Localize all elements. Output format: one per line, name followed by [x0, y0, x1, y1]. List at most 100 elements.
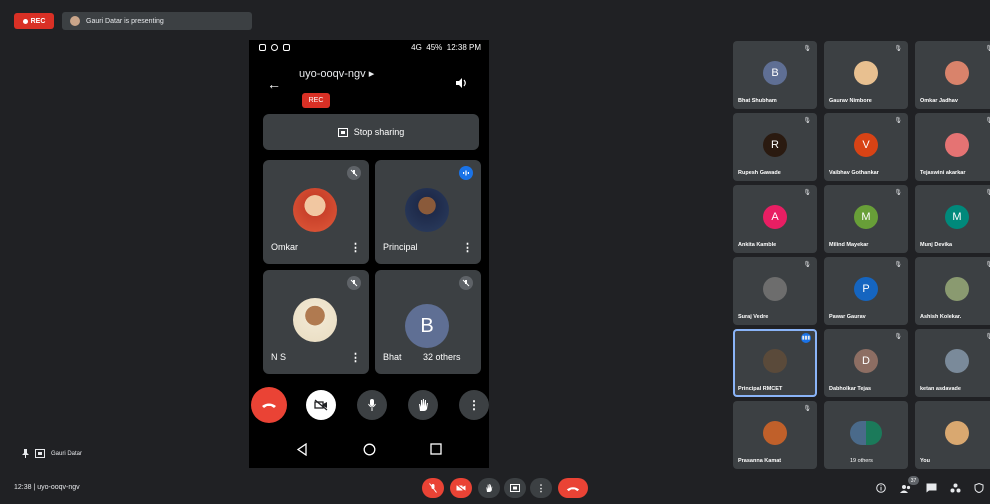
nav-back-icon[interactable]	[296, 443, 308, 456]
participant-tile-principal[interactable]: Principal ⋮	[375, 160, 481, 264]
more-vert-icon: ⋮	[536, 482, 546, 493]
participant-name: Munj Devika	[920, 242, 953, 248]
stop-sharing-button[interactable]: Stop sharing	[263, 114, 479, 150]
participant-name: N S	[271, 352, 287, 362]
shared-phone-screen: 4G 45% 12:38 PM ← uyo-ooqv-ngv ▸ REC Sto…	[249, 40, 489, 468]
hand-icon	[486, 484, 493, 492]
participant-photo	[945, 61, 969, 85]
end-call-button[interactable]	[251, 387, 287, 423]
muted-mic-icon: 🎙︎	[803, 406, 811, 412]
participant-tile-you[interactable]: You	[915, 401, 990, 469]
host-controls-icon[interactable]	[974, 483, 984, 493]
presenter-avatar	[70, 16, 80, 26]
participant-name: Principal	[383, 242, 418, 252]
participant-tile-omkar[interactable]: Omkar ⋮	[263, 160, 369, 264]
presenter-name: Gauri Datar	[51, 450, 83, 457]
participant-tile-ankita-kamble[interactable]: 🎙︎ A Ankita Kamble	[733, 185, 817, 253]
more-options-icon[interactable]: ⋮	[350, 351, 361, 364]
rec-badge: REC	[302, 93, 330, 108]
mic-off-button[interactable]	[422, 478, 444, 498]
participant-initial-avatar: A	[763, 205, 787, 229]
participant-tile-dabholkar-tejas[interactable]: 🎙︎ D Dabholkar Tejas	[824, 329, 908, 397]
activities-icon[interactable]	[950, 483, 961, 493]
participant-name: Rupesh Gawade	[738, 170, 781, 176]
participant-tile-suraj-vedre[interactable]: 🎙︎ Suraj Vedre	[733, 257, 817, 325]
raise-hand-button[interactable]	[408, 390, 438, 420]
participant-photo	[763, 277, 787, 301]
participant-tile-bhat[interactable]: B Bhat 32 others	[375, 270, 481, 374]
participant-tile-19-others[interactable]: 19 others	[824, 401, 908, 469]
network-label: 4G	[411, 43, 422, 52]
nav-recents-icon[interactable]	[430, 443, 442, 455]
participant-tile-prasanna-kamat[interactable]: 🎙︎ Prasanna Kamat	[733, 401, 817, 469]
participant-name: Ashish Kolekar.	[920, 314, 962, 320]
participant-tile-munj-devika[interactable]: 🎙︎ M Munj Devika	[915, 185, 990, 253]
camera-off-button[interactable]	[306, 390, 336, 420]
presenting-banner[interactable]: Gauri Datar is presenting	[62, 12, 252, 30]
nav-home-icon[interactable]	[363, 443, 376, 456]
participant-tile-milind-mayekar[interactable]: 🎙︎ M Milind Mayekar	[824, 185, 908, 253]
gallery-icon	[283, 44, 290, 51]
more-options-button[interactable]: ⋮	[530, 478, 552, 498]
present-now-button[interactable]	[504, 478, 526, 498]
muted-mic-icon: 🎙︎	[803, 46, 811, 52]
more-options-icon[interactable]: ⋮	[462, 241, 473, 254]
participant-tile-ketan-asdavade[interactable]: 🎙︎ ketan asdavade	[915, 329, 990, 397]
mic-icon	[368, 399, 376, 411]
bottom-bar: 12:38 | uyo-ooqv-ngv ⋮ 37	[0, 470, 990, 504]
participant-tile-bhat-shubham[interactable]: 🎙︎ B Bhat Shubham	[733, 41, 817, 109]
participant-tile-principal-rmcet[interactable]: ▮▮▮ Principal RMCET	[733, 329, 817, 397]
participant-name: Gaurav Nimbore	[829, 98, 872, 104]
participant-tile-rupesh-gawade[interactable]: 🎙︎ R Rupesh Gawade	[733, 113, 817, 181]
participant-photo	[763, 421, 787, 445]
presenting-text: Gauri Datar is presenting	[86, 17, 164, 25]
participant-tile-tejaswini-akarkar[interactable]: 🎙︎ Tejaswini akarkar	[915, 113, 990, 181]
muted-mic-icon	[459, 276, 473, 290]
participant-tile-gaurav-nimbore[interactable]: 🎙︎ Gaurav Nimbore	[824, 41, 908, 109]
raise-hand-button[interactable]	[478, 478, 500, 498]
meeting-info-icon[interactable]	[876, 483, 886, 493]
participant-photo	[763, 349, 787, 373]
muted-mic-icon: 🎙︎	[985, 118, 990, 124]
speaker-icon[interactable]	[454, 76, 468, 90]
participant-name: Principal RMCET	[738, 386, 783, 392]
pin-icon[interactable]	[22, 449, 29, 458]
muted-mic-icon: 🎙︎	[894, 334, 902, 340]
participant-tile-ashish-kolekar[interactable]: 🎙︎ Ashish Kolekar.	[915, 257, 990, 325]
participant-name: Pawar Gaurav	[829, 314, 866, 320]
participant-tile-vaibhav-gothankar[interactable]: 🎙︎ V Vaibhav Gothankar	[824, 113, 908, 181]
people-button[interactable]: 37	[898, 476, 919, 498]
speaking-indicator-icon: ▮▮▮	[801, 333, 811, 343]
top-bar: REC Gauri Datar is presenting	[0, 0, 990, 40]
meeting-code[interactable]: uyo-ooqv-ngv ▸	[299, 67, 374, 80]
muted-mic-icon	[347, 166, 361, 180]
participant-photo	[945, 277, 969, 301]
participant-grid: 🎙︎ B Bhat Shubham 🎙︎ Gaurav Nimbore 🎙︎ Omkar J…	[733, 41, 990, 471]
participant-photo	[945, 349, 969, 373]
camera-off-button[interactable]	[450, 478, 472, 498]
presenting-screen-icon	[35, 449, 45, 458]
participant-photo	[945, 421, 969, 445]
participant-tile-ns[interactable]: N S ⋮	[263, 270, 369, 374]
chat-icon[interactable]	[926, 483, 937, 493]
participant-photo	[945, 133, 969, 157]
participant-tile-omkar-jadhav[interactable]: 🎙︎ Omkar Jadhav	[915, 41, 990, 109]
participant-initial-avatar: B	[763, 61, 787, 85]
more-options-button[interactable]: ⋮	[459, 390, 489, 420]
recording-indicator: REC	[14, 13, 54, 29]
participant-tile-pawar-gaurav[interactable]: 🎙︎ P Pawar Gaurav	[824, 257, 908, 325]
present-icon	[510, 484, 520, 492]
mic-off-icon	[429, 483, 437, 493]
more-options-icon[interactable]: ⋮	[350, 241, 361, 254]
camera-off-icon	[314, 399, 328, 411]
participant-name: Ankita Kamble	[738, 242, 777, 248]
participant-initial-avatar: M	[854, 205, 878, 229]
speaking-indicator-icon	[459, 166, 473, 180]
leave-call-button[interactable]	[558, 478, 588, 498]
back-arrow-icon[interactable]: ←	[267, 76, 281, 92]
mic-button[interactable]	[357, 390, 387, 420]
muted-mic-icon: 🎙︎	[985, 46, 990, 52]
muted-mic-icon	[347, 276, 361, 290]
hand-icon	[419, 399, 428, 411]
muted-mic-icon: 🎙︎	[985, 190, 990, 196]
